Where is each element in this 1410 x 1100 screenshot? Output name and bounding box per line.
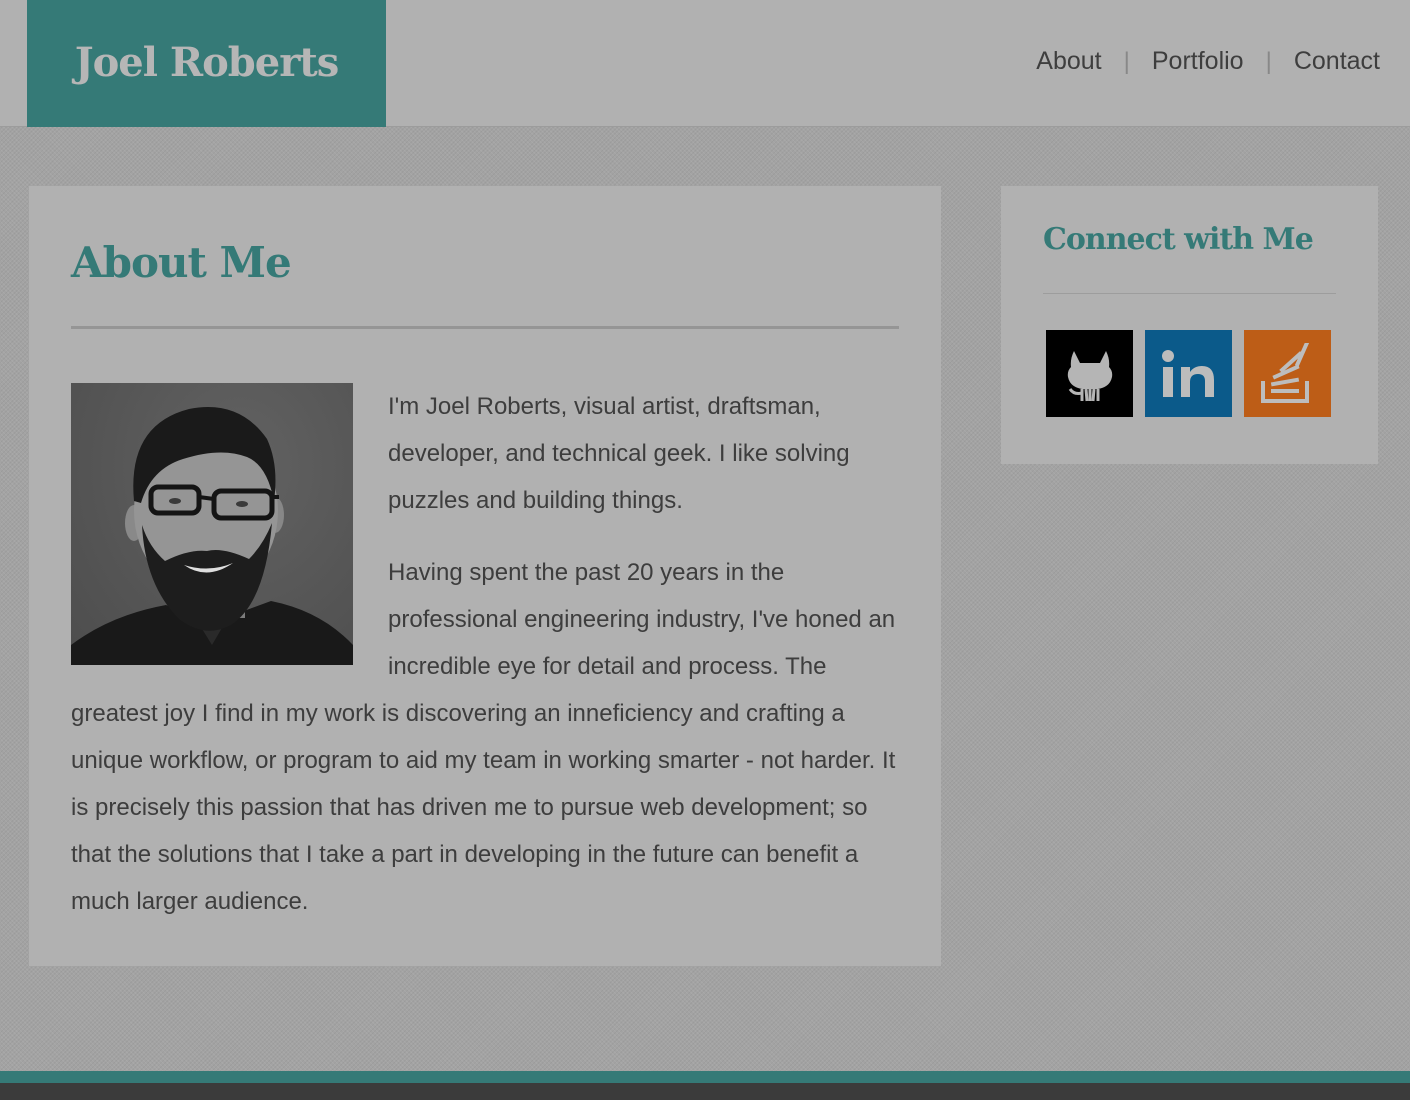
site-footer — [0, 1083, 1410, 1100]
nav-separator: | — [1265, 47, 1272, 75]
linkedin-icon — [1161, 349, 1214, 397]
linkedin-link[interactable] — [1145, 330, 1232, 417]
nav-link-portfolio[interactable]: Portfolio — [1152, 47, 1244, 76]
brand-name[interactable]: Joel Roberts — [75, 39, 340, 86]
about-title: About Me — [71, 238, 292, 287]
connect-card: Connect with Me — [1001, 186, 1378, 464]
connect-title: Connect with Me — [1043, 222, 1314, 257]
stackoverflow-icon — [1260, 342, 1309, 403]
about-divider — [71, 326, 899, 329]
stackoverflow-link[interactable] — [1244, 330, 1331, 417]
nav-link-about[interactable]: About — [1036, 47, 1101, 76]
github-icon — [1067, 350, 1112, 401]
footer-accent-band — [0, 1071, 1410, 1083]
connect-divider — [1043, 293, 1336, 294]
social-links — [1046, 330, 1331, 417]
github-link[interactable] — [1046, 330, 1133, 417]
about-body: I'm Joel Roberts, visual artist, draftsm… — [71, 383, 901, 950]
main-nav: About | Portfolio | Contact — [1036, 47, 1380, 76]
site-header: Joel Roberts About | Portfolio | Contact — [0, 0, 1410, 127]
nav-separator: | — [1123, 47, 1130, 75]
profile-photo — [71, 383, 353, 665]
brand-logo[interactable]: Joel Roberts — [27, 0, 386, 127]
nav-link-contact[interactable]: Contact — [1294, 47, 1380, 76]
about-card: About Me I'm Joel Roberts, visual artist… — [29, 186, 941, 966]
